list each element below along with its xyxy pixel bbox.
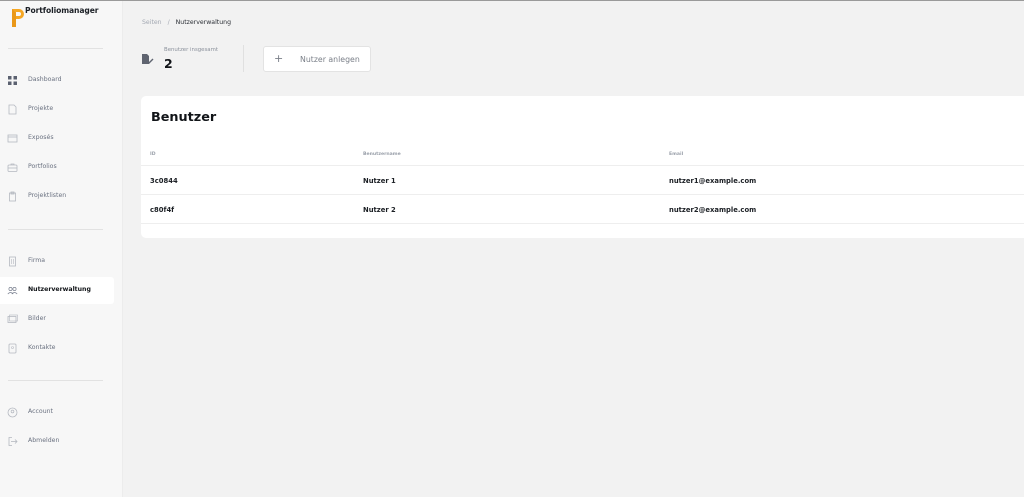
cell-username: Nutzer 1 <box>363 177 396 185</box>
logo-icon <box>12 9 24 27</box>
column-header-id[interactable]: ID <box>150 152 156 157</box>
sidebar-item-projekte[interactable]: Projekte <box>0 96 114 123</box>
images-icon <box>7 314 18 323</box>
sidebar-item-projektlisten[interactable]: Projektlisten <box>0 183 114 210</box>
sidebar-divider <box>8 229 103 230</box>
plus-icon: + <box>274 52 284 65</box>
add-user-button[interactable]: + Nutzer anlegen <box>263 46 371 72</box>
building-icon <box>9 256 16 267</box>
user-circle-icon <box>7 407 18 418</box>
sidebar-item-label: Kontakte <box>28 344 56 351</box>
cell-email: nutzer1@example.com <box>669 177 757 185</box>
window-icon <box>7 134 18 143</box>
sidebar-item-label: Exposés <box>28 134 54 141</box>
briefcase-icon <box>7 163 18 172</box>
users-card: Benutzer ID Benutzername Email 3c0844 Nu… <box>141 96 1024 238</box>
sidebar-item-label: Projektlisten <box>28 192 67 199</box>
sidebar-item-bilder[interactable]: Bilder <box>0 306 114 333</box>
contact-icon <box>8 343 17 354</box>
table-row-divider <box>141 165 1024 166</box>
total-users-label: Benutzer insgesamt <box>164 47 218 53</box>
sidebar-item-kontakte[interactable]: Kontakte <box>0 335 114 362</box>
sidebar-item-firma[interactable]: Firma <box>0 248 114 275</box>
sidebar-item-account[interactable]: Account <box>0 399 114 426</box>
sidebar-item-label: Dashboard <box>28 76 62 83</box>
breadcrumb-separator: / <box>167 19 170 26</box>
total-users-count: 2 <box>164 56 173 71</box>
users-table-title: Benutzer <box>151 110 217 125</box>
column-header-email[interactable]: Email <box>669 152 683 157</box>
user-edit-icon <box>142 54 154 64</box>
document-icon <box>8 104 17 115</box>
sidebar-item-label: Bilder <box>28 315 46 322</box>
sidebar-item-dashboard[interactable]: Dashboard <box>0 67 114 94</box>
table-row-divider <box>141 194 1024 195</box>
logout-icon <box>8 437 18 446</box>
breadcrumb: Seiten / Nutzerverwaltung <box>142 19 231 26</box>
sidebar-item-label: Account <box>28 408 53 415</box>
window-top-border <box>0 0 1024 1</box>
app-name: Portfoliomanager <box>25 6 99 15</box>
sidebar-item-portfolios[interactable]: Portfolios <box>0 154 114 181</box>
sidebar-item-abmelden[interactable]: Abmelden <box>0 428 114 455</box>
sidebar-divider <box>8 48 103 49</box>
sidebar-item-label: Portfolios <box>28 163 57 170</box>
clipboard-icon <box>9 191 16 202</box>
sidebar-item-nutzerverwaltung[interactable]: Nutzerverwaltung <box>0 277 114 304</box>
cell-email: nutzer2@example.com <box>669 206 757 214</box>
breadcrumb-current: Nutzerverwaltung <box>175 19 231 26</box>
breadcrumb-parent-link[interactable]: Seiten <box>142 19 162 26</box>
sidebar-item-label: Nutzerverwaltung <box>28 286 91 293</box>
cell-username: Nutzer 2 <box>363 206 396 214</box>
users-icon <box>7 287 18 295</box>
sidebar-item-label: Abmelden <box>28 437 60 444</box>
sidebar-item-exposes[interactable]: Exposés <box>0 125 114 152</box>
cell-id: 3c0844 <box>150 177 178 185</box>
sidebar: Portfoliomanager Dashboard Projekte Expo… <box>0 1 123 497</box>
sidebar-divider <box>8 380 103 381</box>
grid-icon <box>8 76 17 85</box>
column-header-username[interactable]: Benutzername <box>363 152 401 157</box>
app-logo[interactable] <box>11 8 25 28</box>
cell-id: c80f4f <box>150 206 175 214</box>
sidebar-item-label: Firma <box>28 257 46 264</box>
table-row-divider <box>141 223 1024 224</box>
stats-divider <box>243 45 244 72</box>
add-user-label: Nutzer anlegen <box>300 55 360 64</box>
sidebar-item-label: Projekte <box>28 105 54 112</box>
